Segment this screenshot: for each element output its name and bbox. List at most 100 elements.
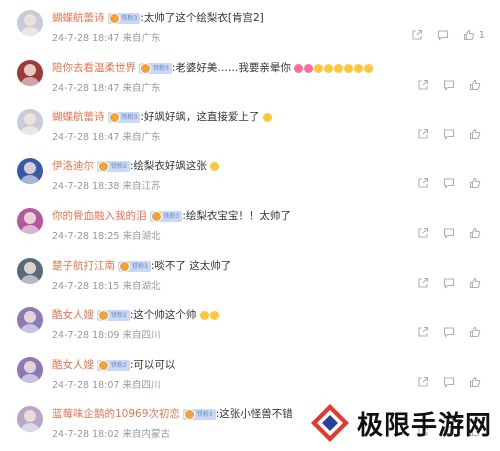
username-link[interactable]: 楚子航打江南 — [52, 260, 115, 272]
like-icon[interactable] — [468, 325, 482, 339]
fan-badge-label: 铁粉2 — [111, 162, 127, 170]
username-link[interactable]: 酷女人嫂 — [52, 359, 94, 371]
share-icon[interactable] — [416, 276, 430, 290]
fan-badge-label: 铁粉3 — [196, 410, 213, 418]
comment-item: 陪你去看温柔世界 铁粉3:老婆好美……我要亲晕你 24-7-28 18:47 来自… — [0, 54, 500, 103]
username-link[interactable]: 伊洛迪尔 — [52, 160, 94, 172]
comment-actions — [404, 176, 485, 190]
emoji-group — [207, 160, 220, 172]
avatar[interactable] — [17, 158, 43, 184]
comment-text: :好飒好飒，这直接爱上了 — [140, 111, 260, 123]
emoji-icon — [209, 310, 219, 320]
reply-icon[interactable] — [442, 226, 456, 240]
like-icon[interactable] — [468, 375, 482, 389]
username-link[interactable]: 蝴蝶航蕾诗 — [52, 111, 105, 123]
reply-icon[interactable] — [442, 276, 456, 290]
comment-actions: 1 — [398, 28, 485, 42]
comment-line: 酷女人嫂 铁粉2:这个帅这个帅 — [52, 307, 220, 322]
comment-line: 酷女人嫂 铁粉2:可以可以 — [52, 357, 175, 372]
comment-text: :这张小怪兽不错 — [215, 408, 293, 420]
reply-icon[interactable] — [436, 28, 450, 42]
avatar[interactable] — [17, 357, 43, 383]
fan-badge: 铁粉2 — [97, 160, 130, 172]
reply-icon[interactable] — [442, 375, 456, 389]
comment-item: 伊洛迪尔 铁粉2:绘梨衣好飒这张 24-7-28 18:38 来自江苏 — [0, 152, 500, 201]
share-icon[interactable] — [416, 176, 430, 190]
comment-item: 你的骨血融入我的泪 铁粉3:绘梨衣宝宝！！太帅了 24-7-28 18:25 来自… — [0, 202, 500, 251]
share-icon[interactable] — [410, 28, 424, 42]
comment-text: :这个帅这个帅 — [129, 309, 197, 321]
fan-badge-label: 铁粉3 — [163, 212, 180, 220]
avatar[interactable] — [17, 307, 43, 333]
watermark-text: 极限手游网 — [357, 410, 493, 441]
emoji-icon — [344, 63, 354, 73]
reply-icon[interactable] — [442, 78, 456, 92]
fan-badge-icon — [108, 111, 120, 123]
username-link[interactable]: 你的骨血融入我的泪 — [52, 210, 147, 222]
comment-line: 你的骨血融入我的泪 铁粉3:绘梨衣宝宝！！太帅了 — [52, 208, 291, 223]
username-link[interactable]: 蓝莓味企鹅的10969次初恋 — [52, 408, 180, 420]
comment-actions — [404, 325, 485, 339]
comment-actions — [404, 127, 485, 141]
share-icon[interactable] — [416, 226, 430, 240]
like-icon[interactable] — [468, 176, 482, 190]
comment-meta: 24-7-28 18:25 来自湖北 — [52, 231, 161, 242]
like-icon[interactable] — [468, 276, 482, 290]
fan-badge-icon — [108, 12, 120, 24]
fan-badge-icon — [119, 260, 130, 272]
emoji-icon — [294, 63, 304, 73]
comment-line: 蝴蝶航蕾诗 铁粉3:太帅了这个绘梨衣[肯宫2] — [52, 10, 264, 25]
comment-item: 蝴蝶航蕾诗 铁粉3:好飒好飒，这直接爱上了 24-7-28 18:47 来自广东 — [0, 103, 500, 152]
fan-badge-icon — [183, 408, 195, 420]
comment-text: :太帅了这个绘梨衣[肯宫2] — [140, 12, 264, 24]
fan-badge: 铁粉3 — [149, 210, 183, 222]
reply-icon[interactable] — [442, 127, 456, 141]
comment-meta: 24-7-28 18:09 来自四川 — [52, 330, 161, 341]
fan-badge-icon — [150, 210, 162, 222]
share-icon[interactable] — [416, 325, 430, 339]
site-watermark: 极限手游网 — [309, 402, 492, 444]
comment-meta: 24-7-28 18:47 来自广东 — [52, 83, 161, 94]
fan-badge-label: 铁粉3 — [132, 262, 148, 270]
avatar[interactable] — [17, 109, 43, 135]
like-icon[interactable] — [468, 78, 482, 92]
comment-meta: 24-7-28 18:47 来自广东 — [52, 33, 161, 44]
comment-line: 蓝莓味企鹅的10969次初恋 铁粉3:这张小怪兽不错 — [52, 406, 293, 421]
username-link[interactable]: 陪你去看温柔世界 — [52, 62, 136, 74]
comment-item: 楚子航打江南 铁粉3:啖不了 这太帅了 24-7-28 18:15 来自湖北 — [0, 252, 500, 301]
emoji-icon — [314, 63, 324, 73]
emoji-group — [259, 111, 272, 123]
avatar[interactable] — [17, 10, 43, 36]
reply-icon[interactable] — [442, 325, 456, 339]
share-icon[interactable] — [416, 78, 430, 92]
comment-line: 伊洛迪尔 铁粉2:绘梨衣好飒这张 — [52, 158, 220, 173]
fan-badge-icon — [98, 160, 109, 172]
comment-line: 陪你去看温柔世界 铁粉3:老婆好美……我要亲晕你 — [52, 60, 374, 75]
avatar[interactable] — [17, 208, 43, 234]
fan-badge: 铁粉2 — [97, 309, 130, 321]
comment-text: :绘梨衣好飒这张 — [129, 160, 207, 172]
emoji-icon — [334, 63, 344, 73]
share-icon[interactable] — [416, 127, 430, 141]
reply-icon[interactable] — [442, 176, 456, 190]
comment-line: 蝴蝶航蕾诗 铁粉3:好飒好飒，这直接爱上了 — [52, 109, 273, 124]
fan-badge-icon — [98, 359, 109, 371]
like-icon[interactable] — [468, 127, 482, 141]
avatar[interactable] — [17, 60, 43, 86]
comment-actions — [404, 375, 485, 389]
emoji-icon — [324, 63, 334, 73]
username-link[interactable]: 蝴蝶航蕾诗 — [52, 12, 105, 24]
comment-item: 蝴蝶航蕾诗 铁粉3:太帅了这个绘梨衣[肯宫2] 24-7-28 18:47 来自广… — [0, 4, 500, 53]
emoji-group — [291, 62, 374, 74]
share-icon[interactable] — [416, 375, 430, 389]
avatar[interactable] — [17, 258, 43, 284]
comment-text: :老婆好美……我要亲晕你 — [171, 62, 291, 74]
comment-actions — [404, 78, 485, 92]
like-icon[interactable] — [462, 28, 476, 42]
comment-meta: 24-7-28 18:07 来自四川 — [52, 380, 161, 391]
avatar[interactable] — [17, 406, 43, 432]
comment-text: :可以可以 — [129, 359, 176, 371]
like-icon[interactable] — [468, 226, 482, 240]
username-link[interactable]: 酷女人嫂 — [52, 309, 94, 321]
emoji-icon — [304, 63, 314, 73]
